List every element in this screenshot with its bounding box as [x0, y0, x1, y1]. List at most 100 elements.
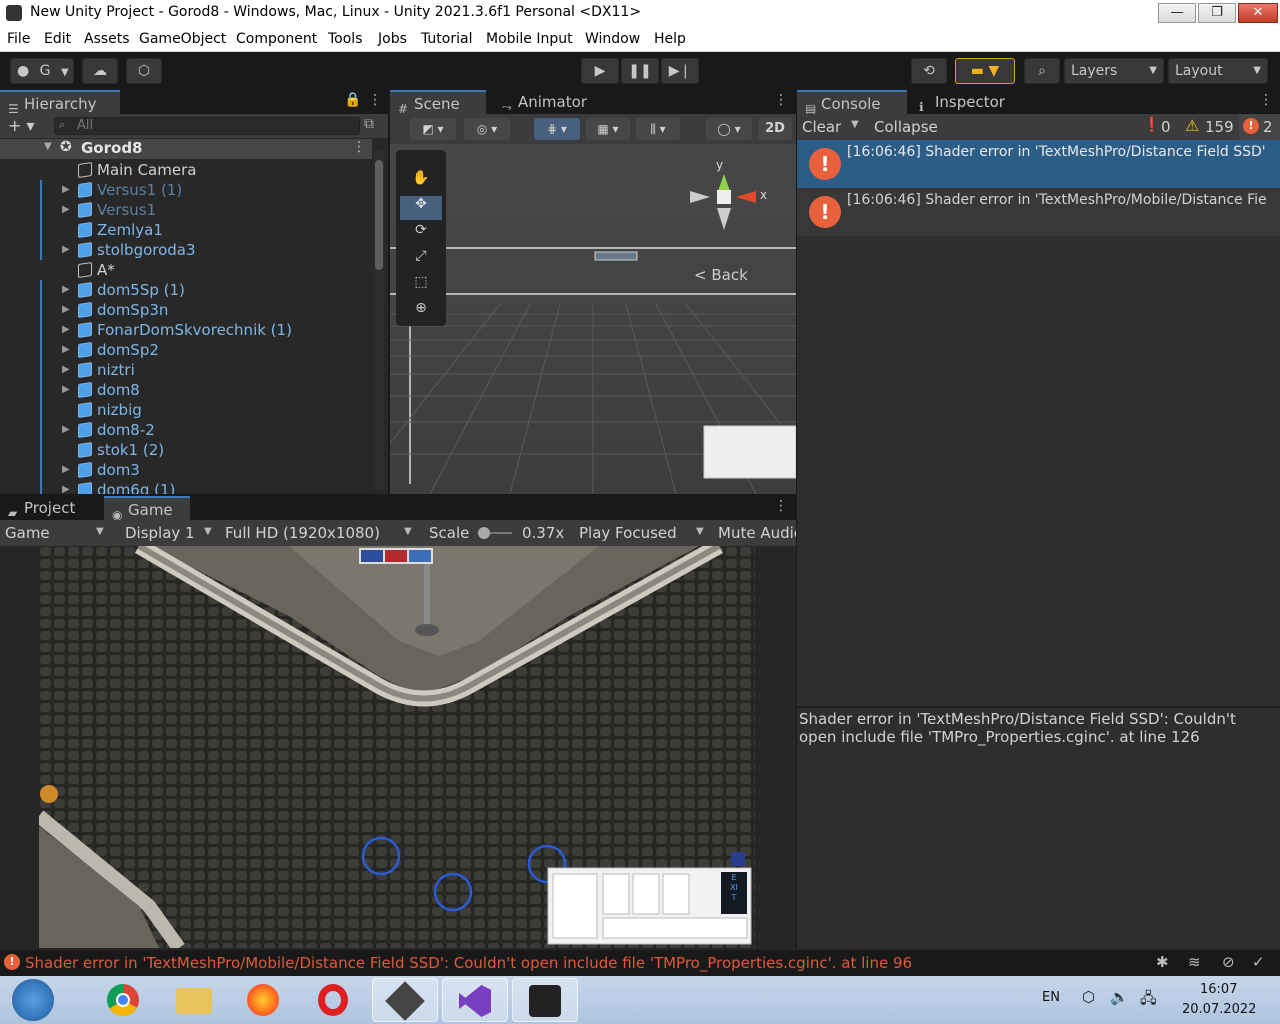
unity-editor-taskbar-icon[interactable]	[512, 978, 578, 1022]
minimize-button[interactable]: —	[1158, 3, 1196, 23]
debug-icon[interactable]: ✱	[1156, 953, 1169, 971]
collapse-button[interactable]: Collapse	[874, 118, 938, 136]
more-menu-icon[interactable]: ⋮	[774, 92, 788, 108]
hierarchy-item[interactable]: ▶dom6g (1)›	[0, 480, 372, 494]
resolution-dropdown[interactable]: Full HD (1920x1080)	[225, 524, 380, 542]
volume-icon[interactable]: 🔈	[1110, 988, 1129, 1006]
global-dropdown[interactable]: ◎ ▾	[464, 118, 510, 140]
menu-component[interactable]: Component	[236, 31, 317, 47]
game-view-dropdown[interactable]: Game	[5, 524, 50, 542]
scale-slider[interactable]	[478, 527, 512, 539]
gizmo-neg-y-axis[interactable]	[717, 208, 731, 230]
hierarchy-item[interactable]: ▶ dom8-2	[0, 420, 372, 440]
menu-edit[interactable]: Edit	[44, 31, 71, 47]
game-viewport[interactable]: EXIT	[39, 546, 755, 948]
clock-time[interactable]: 16:07	[1200, 982, 1237, 997]
hierarchy-item[interactable]: ▶ domSp3n	[0, 300, 372, 320]
play-button[interactable]: ▶	[581, 58, 619, 84]
expand-arrow-icon[interactable]: ▶	[62, 340, 70, 360]
opera-taskbar-icon[interactable]	[302, 978, 368, 1022]
hierarchy-item[interactable]: ▶Versus1 (1)›	[0, 180, 372, 200]
expand-arrow-icon[interactable]: ▶	[62, 200, 70, 220]
step-button[interactable]: ▶❘	[661, 58, 699, 84]
expand-arrow-icon[interactable]: ▼	[44, 141, 52, 152]
snap-dropdown[interactable]: ⋕ ▾	[534, 118, 580, 140]
hierarchy-item[interactable]: ▶Versus1›	[0, 200, 372, 220]
gizmo-center[interactable]	[717, 190, 731, 204]
scene-visibility-icon[interactable]: ⧉	[364, 116, 374, 132]
pause-button[interactable]: ❚❚	[621, 58, 659, 84]
chrome-taskbar-icon[interactable]	[92, 978, 158, 1022]
hand-tool-icon[interactable]: ✋	[400, 170, 442, 194]
layers-stack-icon[interactable]: ≋	[1188, 953, 1201, 971]
console-entry[interactable]: ! [16:06:46] Shader error in 'TextMeshPr…	[797, 140, 1280, 188]
tab-project[interactable]: ▰ Project	[0, 496, 100, 520]
2d-toggle[interactable]: 2D	[758, 118, 792, 140]
firefox-taskbar-icon[interactable]	[232, 978, 298, 1022]
hierarchy-search-input[interactable]: ⌕ All	[54, 117, 360, 135]
menu-gameobject[interactable]: GameObject	[139, 31, 226, 47]
scene-menu-icon[interactable]: ⋮	[352, 139, 366, 155]
auto-generate-icon[interactable]: ⊘	[1222, 953, 1235, 971]
expand-arrow-icon[interactable]: ▶	[62, 300, 70, 320]
layers-dropdown[interactable]: Layers ▼	[1064, 58, 1164, 84]
hierarchy-item[interactable]: Zemlya1	[0, 220, 372, 240]
scene-gizmo[interactable]: y x	[690, 154, 780, 244]
status-message[interactable]: Shader error in 'TextMeshPro/Mobile/Dist…	[25, 954, 912, 972]
hierarchy-item[interactable]: ▶FonarDomSkvorechnik (1)›	[0, 320, 372, 340]
shading-dropdown[interactable]: ◯ ▾	[706, 118, 752, 140]
unity-tray-icon[interactable]: ⬡	[1082, 988, 1095, 1006]
clock-date[interactable]: 20.07.2022	[1182, 1002, 1256, 1017]
info-filter-toggle[interactable]: ❗ 0	[1137, 114, 1181, 140]
hierarchy-item[interactable]: ▶ domSp2	[0, 340, 372, 360]
chevron-down-icon[interactable]: ▼	[851, 119, 859, 130]
expand-arrow-icon[interactable]: ▶	[62, 480, 70, 494]
tab-hierarchy[interactable]: ☰ Hierarchy	[0, 90, 120, 116]
menu-assets[interactable]: Assets	[84, 31, 130, 47]
menu-help[interactable]: Help	[654, 31, 686, 47]
hierarchy-item[interactable]: ▶ dom3	[0, 460, 372, 480]
increment-dropdown[interactable]: ⫼ ▾	[636, 118, 680, 140]
start-button[interactable]	[12, 979, 54, 1021]
hierarchy-item[interactable]: ▶stolbgoroda3›	[0, 240, 372, 260]
menu-file[interactable]: File	[7, 31, 30, 47]
expand-arrow-icon[interactable]: ▶	[62, 420, 70, 440]
scene-viewport[interactable]: ✋ ✥ ⟳ ⤢ ⬚ ⊕ y x < Back	[390, 144, 796, 494]
hierarchy-item[interactable]: Main Camera	[0, 160, 372, 180]
menu-window[interactable]: Window	[585, 31, 640, 47]
more-menu-icon[interactable]: ⋮	[368, 92, 382, 108]
maximize-button[interactable]: ❐	[1198, 3, 1236, 23]
menu-tutorial[interactable]: Tutorial	[421, 31, 472, 47]
hierarchy-item[interactable]: ▶ niztri	[0, 360, 372, 380]
rotate-tool-icon[interactable]: ⟳	[400, 222, 442, 246]
tab-inspector[interactable]: ℹ Inspector	[911, 90, 1031, 114]
package-button[interactable]: ▬ ▼	[955, 58, 1015, 84]
undo-history-button[interactable]: ⟲	[911, 58, 947, 84]
lock-icon[interactable]: 🔒	[344, 92, 361, 108]
scale-slider-thumb[interactable]	[478, 527, 490, 539]
cloud-button[interactable]: ☁	[82, 58, 118, 84]
menu-mobile-input[interactable]: Mobile Input	[486, 31, 573, 47]
mute-audio-toggle[interactable]: Mute Audio	[718, 524, 796, 542]
expand-arrow-icon[interactable]: ▶	[62, 360, 70, 380]
gizmo-neg-x-axis[interactable]	[690, 191, 710, 203]
hierarchy-item[interactable]: nizbig	[0, 400, 372, 420]
hierarchy-item[interactable]: ▶dom5Sp (1)›	[0, 280, 372, 300]
tab-game[interactable]: ◉ Game	[104, 496, 190, 522]
error-filter-toggle[interactable]: ! 2	[1239, 114, 1280, 140]
expand-arrow-icon[interactable]: ▶	[62, 460, 70, 480]
account-dropdown[interactable]: ● G ▼	[10, 58, 74, 84]
hierarchy-item[interactable]: A*	[0, 260, 372, 280]
file-explorer-taskbar-icon[interactable]	[162, 978, 228, 1022]
tab-scene[interactable]: # Scene	[390, 90, 486, 116]
scene-root-row[interactable]: ▼ ✪ Gorod8 ⋮	[0, 139, 372, 159]
hierarchy-scrollbar[interactable]	[374, 150, 384, 490]
hierarchy-item[interactable]: ▶ dom8	[0, 380, 372, 400]
unity-hub-taskbar-icon[interactable]	[372, 978, 438, 1022]
expand-arrow-icon[interactable]: ▶	[62, 280, 70, 300]
console-entry[interactable]: ! [16:06:46] Shader error in 'TextMeshPr…	[797, 188, 1280, 236]
clear-button[interactable]: Clear	[802, 118, 841, 136]
move-tool-icon[interactable]: ✥	[400, 196, 442, 220]
layout-dropdown[interactable]: Layout ▼	[1168, 58, 1268, 84]
more-menu-icon[interactable]: ⋮	[1259, 92, 1273, 108]
